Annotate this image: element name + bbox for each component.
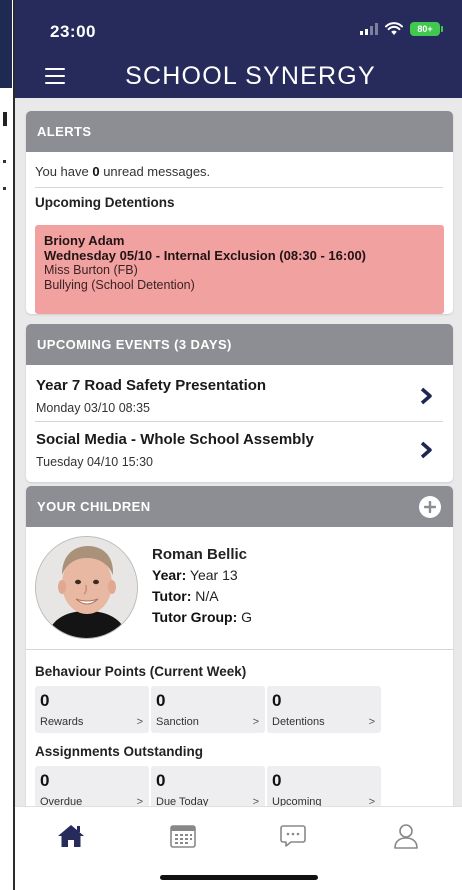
divider xyxy=(35,187,443,188)
stat-value: 0 xyxy=(40,691,50,710)
events-heading: UPCOMING EVENTS (3 DAYS) xyxy=(26,324,453,365)
tutor-group-value: G xyxy=(241,609,253,625)
alerts-heading: ALERTS xyxy=(26,111,453,152)
overdue-stat[interactable]: 0 Overdue > xyxy=(35,766,149,806)
unread-prefix: You have xyxy=(35,164,93,179)
plus-icon xyxy=(424,501,436,513)
chevron-right-icon: > xyxy=(252,716,259,728)
upcoming-detentions-label: Upcoming Detentions xyxy=(35,195,175,210)
year-value: Year 13 xyxy=(189,567,238,583)
tab-profile[interactable] xyxy=(389,821,423,851)
chevron-right-icon: > xyxy=(136,796,143,806)
child-tutor: Tutor: N/A xyxy=(152,586,252,607)
unread-suffix: unread messages. xyxy=(99,164,211,179)
unread-count: 0 xyxy=(92,164,100,179)
child-year: Year: Year 13 xyxy=(152,565,252,586)
detention-teacher: Miss Burton (FB) xyxy=(44,263,138,277)
status-indicators: 80+ xyxy=(360,22,443,36)
add-child-button[interactable] xyxy=(419,496,441,518)
stat-label: Detentions xyxy=(272,716,325,728)
assignments-outstanding-heading: Assignments Outstanding xyxy=(35,744,204,759)
signal-icon xyxy=(360,23,378,35)
behaviour-stats: 0 Rewards > 0 Sanction > 0 Detentions > xyxy=(35,686,381,733)
stat-value: 0 xyxy=(272,771,282,790)
person-icon xyxy=(394,824,418,849)
detention-alert[interactable]: Briony Adam Wednesday 05/10 - Internal E… xyxy=(35,225,444,314)
event-item[interactable]: Year 7 Road Safety Presentation Monday 0… xyxy=(26,374,453,424)
tab-calendar[interactable] xyxy=(166,821,200,851)
child-name: Roman Bellic xyxy=(152,546,248,563)
stat-value: 0 xyxy=(156,691,166,710)
app-title: SCHOOL SYNERGY xyxy=(125,62,376,90)
year-label: Year: xyxy=(152,567,187,583)
child-photo xyxy=(36,537,137,638)
home-indicator xyxy=(160,875,318,880)
dashboard-content[interactable]: ALERTS You have 0 unread messages. Upcom… xyxy=(15,98,462,806)
tab-home[interactable] xyxy=(54,821,88,851)
chevron-right-icon: > xyxy=(368,716,375,728)
stat-label: Overdue xyxy=(40,796,83,806)
background-mark xyxy=(3,187,6,190)
chevron-right-icon xyxy=(420,441,432,459)
tutor-group-label: Tutor Group: xyxy=(152,609,238,625)
detention-reason: Bullying (School Detention) xyxy=(44,278,195,292)
divider xyxy=(35,421,443,422)
stat-label: Due Today xyxy=(156,796,209,806)
sanction-stat[interactable]: 0 Sanction > xyxy=(151,686,265,733)
event-item[interactable]: Social Media - Whole School Assembly Tue… xyxy=(26,428,453,478)
chevron-right-icon xyxy=(420,387,432,405)
child-tutor-group: Tutor Group: G xyxy=(152,607,252,628)
status-time: 23:00 xyxy=(50,22,96,41)
children-heading: YOUR CHILDREN xyxy=(26,486,453,527)
chat-bubble-icon xyxy=(280,825,306,847)
home-icon xyxy=(58,825,84,847)
stat-label: Upcoming xyxy=(272,796,322,806)
detention-student: Briony Adam xyxy=(44,233,125,248)
event-date: Monday 03/10 08:35 xyxy=(36,401,150,415)
child-details: Roman Bellic Year: Year 13 Tutor: N/A Tu… xyxy=(152,544,252,628)
event-title: Social Media - Whole School Assembly xyxy=(36,431,314,448)
detention-when: Wednesday 05/10 - Internal Exclusion (08… xyxy=(44,248,366,263)
stat-value: 0 xyxy=(156,771,166,790)
alerts-card: ALERTS You have 0 unread messages. Upcom… xyxy=(26,111,453,314)
calendar-icon xyxy=(170,825,196,848)
phone-screen: 23:00 80+ SCHOOL SYNERGY ALERTS You have… xyxy=(15,0,462,890)
stat-label: Sanction xyxy=(156,716,199,728)
chevron-right-icon: > xyxy=(252,796,259,806)
due-today-stat[interactable]: 0 Due Today > xyxy=(151,766,265,806)
children-heading-label: YOUR CHILDREN xyxy=(37,499,151,514)
stat-label: Rewards xyxy=(40,716,84,728)
battery-icon: 80+ xyxy=(410,22,443,36)
event-date: Tuesday 04/10 15:30 xyxy=(36,455,153,469)
your-children-card: YOUR CHILDREN Roman Bellic Year: Year 13… xyxy=(26,486,453,806)
stat-value: 0 xyxy=(40,771,50,790)
detentions-stat[interactable]: 0 Detentions > xyxy=(267,686,381,733)
tutor-label: Tutor: xyxy=(152,588,192,604)
wifi-icon xyxy=(385,22,403,35)
stat-value: 0 xyxy=(272,691,282,710)
background-app-sliver xyxy=(0,0,15,890)
app-header: 23:00 80+ SCHOOL SYNERGY xyxy=(15,0,462,98)
behaviour-points-heading: Behaviour Points (Current Week) xyxy=(35,664,247,679)
assignment-stats: 0 Overdue > 0 Due Today > 0 Upcoming > xyxy=(35,766,381,806)
rewards-stat[interactable]: 0 Rewards > xyxy=(35,686,149,733)
upcoming-events-card: UPCOMING EVENTS (3 DAYS) Year 7 Road Saf… xyxy=(26,324,453,482)
divider xyxy=(26,649,453,650)
chevron-right-icon: > xyxy=(368,796,375,806)
background-mark xyxy=(3,160,6,163)
background-mark xyxy=(3,112,7,126)
background-dark-block xyxy=(0,0,12,88)
event-title: Year 7 Road Safety Presentation xyxy=(36,377,267,394)
tab-messages[interactable] xyxy=(276,821,310,851)
upcoming-stat[interactable]: 0 Upcoming > xyxy=(267,766,381,806)
tutor-value: N/A xyxy=(195,588,219,604)
unread-messages-text[interactable]: You have 0 unread messages. xyxy=(35,164,210,179)
child-avatar[interactable] xyxy=(35,536,138,639)
chevron-right-icon: > xyxy=(136,716,143,728)
